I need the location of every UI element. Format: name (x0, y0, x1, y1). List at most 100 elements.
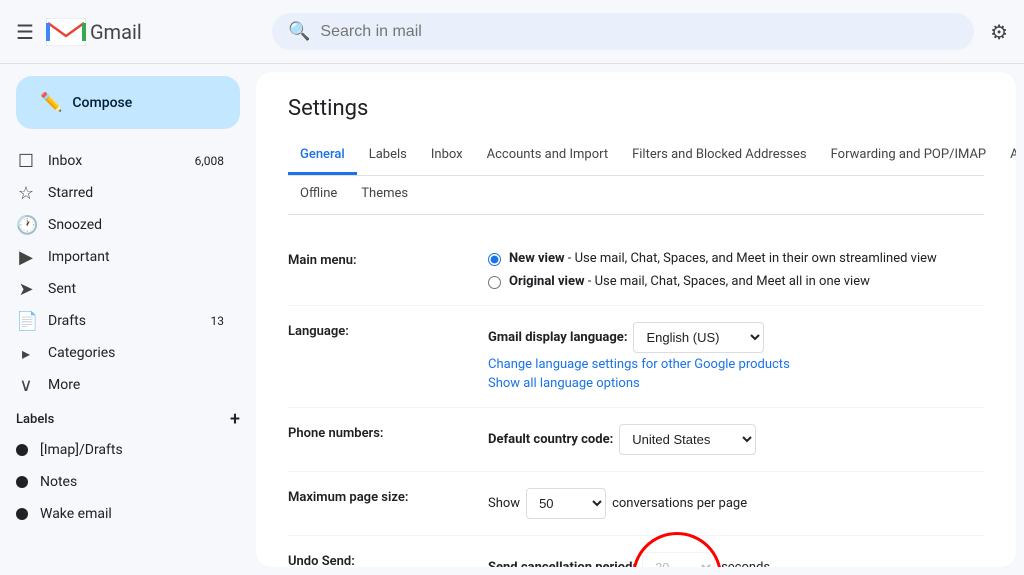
show-label: Show (488, 496, 520, 511)
settings-row-phone: Phone numbers: Default country code: Uni… (288, 408, 984, 472)
categories-label: Categories (48, 345, 115, 361)
sidebar-item-drafts[interactable]: 📄 Drafts 13 (0, 305, 240, 337)
snoozed-label: Snoozed (48, 217, 102, 233)
page-size-label: Maximum page size: (288, 488, 488, 505)
send-cancellation-label: Send cancellation period: (488, 560, 636, 567)
phone-inline: Default country code: United States (488, 424, 984, 455)
add-label-icon[interactable]: + (230, 409, 240, 430)
sidebar-item-important[interactable]: ▶ Important (0, 241, 240, 273)
sidebar-item-wake-email[interactable]: Wake email (0, 498, 240, 530)
tab-offline[interactable]: Offline (288, 176, 349, 214)
tab-themes[interactable]: Themes (349, 176, 420, 214)
radio-new-view-input[interactable] (488, 253, 501, 266)
inbox-count: 6,008 (195, 154, 224, 168)
radio-new-view[interactable]: New view - Use mail, Chat, Spaces, and M… (488, 251, 984, 266)
show-all-language-link[interactable]: Show all language options (488, 376, 984, 391)
inbox-icon: ☐ (16, 151, 36, 172)
undo-send-label: Undo Send: (288, 552, 488, 567)
radio-original-view-label: Original view - Use mail, Chat, Spaces, … (509, 274, 870, 289)
sent-icon: ➤ (16, 279, 36, 300)
main-menu-value: New view - Use mail, Chat, Spaces, and M… (488, 251, 984, 289)
tab-accounts-import[interactable]: Accounts and Import (475, 137, 620, 175)
label-dot-notes (16, 476, 28, 488)
labels-section-title: Labels (16, 412, 54, 427)
chevron-down-icon: ∨ (16, 375, 36, 396)
sidebar-item-snoozed[interactable]: 🕐 Snoozed (0, 209, 240, 241)
phone-label: Phone numbers: (288, 424, 488, 441)
sidebar-item-imap-drafts[interactable]: [Imap]/Drafts (0, 434, 240, 466)
important-icon: ▶ (16, 247, 36, 268)
sidebar-item-categories[interactable]: ▸ Categories (0, 337, 240, 369)
seconds-label: seconds (721, 560, 770, 567)
sent-label: Sent (48, 281, 76, 297)
star-icon: ☆ (16, 183, 36, 204)
compose-label: Compose (72, 95, 132, 111)
page-title: Settings (288, 96, 984, 121)
main-content: Settings General Labels Inbox Accounts a… (256, 72, 1016, 567)
important-label: Important (48, 249, 110, 265)
sidebar-item-starred[interactable]: ☆ Starred (0, 177, 240, 209)
main-menu-radio-group: New view - Use mail, Chat, Spaces, and M… (488, 251, 984, 289)
settings-row-undo-send: Undo Send: Send cancellation period: 30 … (288, 536, 984, 567)
radio-new-view-label: New view - Use mail, Chat, Spaces, and M… (509, 251, 937, 266)
page-size-inline: Show 50 25 100 conversations per page (488, 488, 984, 519)
radio-original-view[interactable]: Original view - Use mail, Chat, Spaces, … (488, 274, 984, 289)
imap-drafts-label: [Imap]/Drafts (40, 442, 123, 458)
language-value: Gmail display language: English (US) Cha… (488, 322, 984, 391)
radio-original-view-input[interactable] (488, 276, 501, 289)
header-left: ☰ Gmail (16, 18, 256, 46)
page-size-select[interactable]: 50 25 100 (526, 488, 606, 519)
compose-button[interactable]: ✏️ Compose (16, 76, 240, 129)
gmail-wordmark: Gmail (90, 20, 142, 44)
inbox-label: Inbox (48, 153, 82, 169)
conversations-per-page-label: conversations per page (612, 496, 747, 511)
country-code-select[interactable]: United States (619, 424, 756, 455)
tab-filters[interactable]: Filters and Blocked Addresses (620, 137, 819, 175)
menu-icon[interactable]: ☰ (16, 20, 34, 44)
tab-forwarding[interactable]: Forwarding and POP/IMAP (819, 137, 999, 175)
sidebar: ✏️ Compose ☐ Inbox 6,008 ☆ Starred 🕐 Sno… (0, 64, 256, 575)
settings-tabs: General Labels Inbox Accounts and Import… (288, 137, 984, 176)
language-inline: Gmail display language: English (US) (488, 322, 984, 353)
main-menu-label: Main menu: (288, 251, 488, 268)
app-header: ☰ Gmail 🔍 ⚙ (0, 0, 1024, 64)
phone-value: Default country code: United States (488, 424, 984, 455)
change-language-link[interactable]: Change language settings for other Googl… (488, 357, 984, 372)
app-body: ✏️ Compose ☐ Inbox 6,008 ☆ Starred 🕐 Sno… (0, 64, 1024, 575)
labels-section: Labels + (0, 401, 256, 434)
undo-send-value: Send cancellation period: 30 5 10 (488, 552, 984, 567)
settings-sub-tabs: Offline Themes (288, 176, 984, 215)
sliders-icon[interactable]: ⚙ (990, 20, 1008, 44)
undo-send-inline: Send cancellation period: 30 5 10 (488, 552, 984, 567)
default-country-code-label: Default country code: (488, 432, 613, 447)
settings-row-language: Language: Gmail display language: Englis… (288, 306, 984, 408)
sidebar-item-sent[interactable]: ➤ Sent (0, 273, 240, 305)
search-input[interactable] (320, 23, 958, 41)
settings-row-main-menu: Main menu: New view - Use mail, Chat, Sp… (288, 235, 984, 306)
categories-icon: ▸ (16, 344, 36, 363)
undo-send-dropdown-container: 30 5 10 20 (642, 552, 715, 567)
clock-icon: 🕐 (16, 215, 36, 236)
drafts-label: Drafts (48, 313, 86, 329)
page-size-value: Show 50 25 100 conversations per page (488, 488, 984, 519)
gmail-m-icon (46, 18, 86, 46)
label-dot-wake (16, 508, 28, 520)
gmail-logo: Gmail (46, 18, 142, 46)
sidebar-item-inbox[interactable]: ☐ Inbox 6,008 (0, 145, 240, 177)
search-icon: 🔍 (288, 21, 310, 42)
undo-send-select[interactable]: 30 (642, 552, 715, 567)
tab-more[interactable]: A (998, 137, 1016, 175)
settings-row-page-size: Maximum page size: Show 50 25 100 conver… (288, 472, 984, 536)
search-bar[interactable]: 🔍 (272, 13, 974, 50)
header-right: ⚙ (990, 20, 1008, 44)
tab-labels[interactable]: Labels (357, 137, 419, 175)
tab-general[interactable]: General (288, 137, 357, 175)
more-label: More (48, 377, 80, 393)
pencil-icon: ✏️ (40, 92, 62, 113)
sidebar-item-more[interactable]: ∨ More (0, 369, 240, 401)
wake-email-label: Wake email (40, 506, 112, 522)
notes-label: Notes (40, 474, 77, 490)
tab-inbox[interactable]: Inbox (419, 137, 475, 175)
language-select[interactable]: English (US) (633, 322, 764, 353)
sidebar-item-notes[interactable]: Notes (0, 466, 240, 498)
